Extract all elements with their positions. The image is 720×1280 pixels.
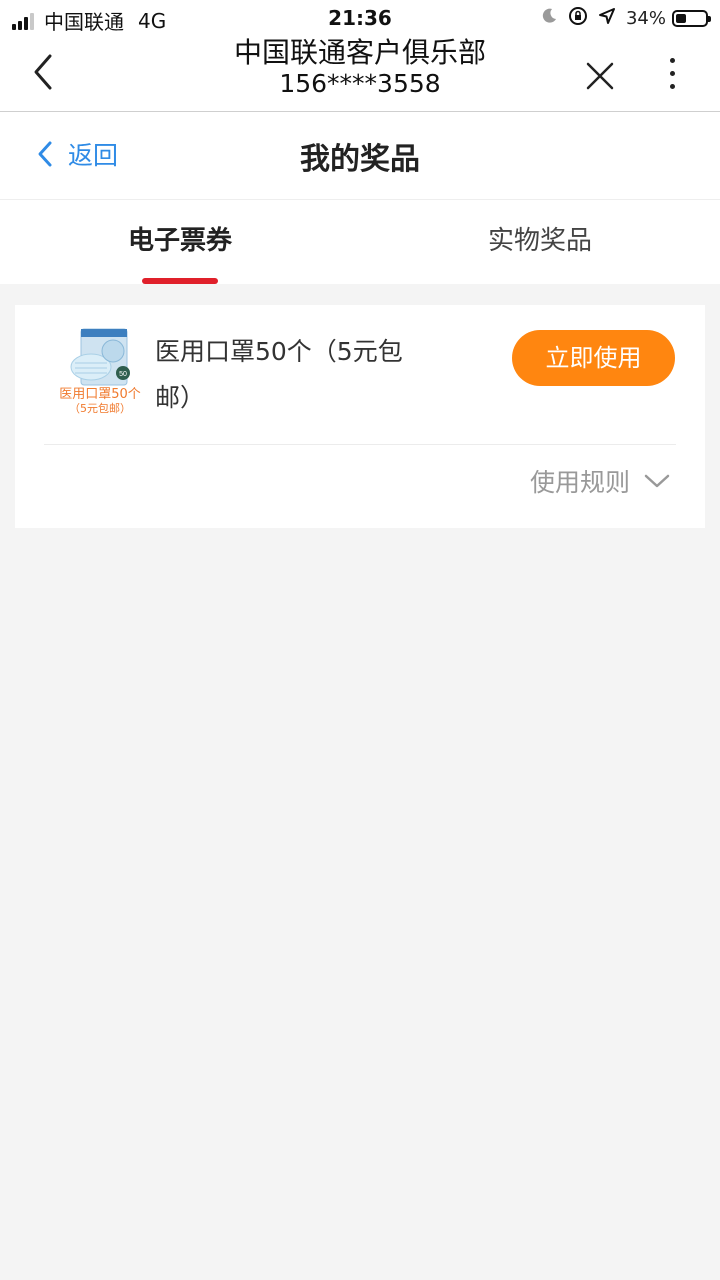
prize-name: 医用口罩50个（5元包邮） — [155, 337, 403, 412]
usage-rules-label: 使用规则 — [530, 468, 631, 497]
card-divider — [44, 444, 676, 445]
mask-pack-icon: 50 — [70, 328, 130, 386]
prize-card: 50 医用口罩50个 （5元包邮） 医用口罩50个（5元包邮） 立即使用 使用规… — [15, 305, 705, 528]
rotation-lock-icon — [568, 6, 588, 31]
moon-icon — [540, 7, 558, 30]
nav-title: 中国联通客户俱乐部 — [233, 36, 486, 69]
chevron-down-icon — [644, 474, 670, 488]
thumbnail-caption: 医用口罩50个 — [59, 387, 141, 402]
back-chevron-icon[interactable] — [30, 52, 60, 92]
use-now-button[interactable]: 立即使用 — [512, 330, 675, 386]
usage-rules-toggle[interactable]: 使用规则 — [530, 463, 670, 499]
tab-physical-prizes[interactable]: 实物奖品 — [360, 200, 720, 284]
active-tab-indicator — [142, 278, 218, 284]
nav-bar: 中国联通客户俱乐部 156****3558 — [0, 36, 720, 112]
tab-bar: 电子票券 实物奖品 — [0, 200, 720, 284]
tab-e-vouchers[interactable]: 电子票券 — [0, 200, 360, 284]
close-icon[interactable] — [584, 60, 616, 92]
location-icon — [598, 7, 616, 30]
battery-fill — [676, 14, 686, 23]
thumbnail-badge: 50 — [119, 371, 127, 378]
status-right: 34% — [530, 6, 711, 31]
battery-icon — [672, 10, 711, 27]
status-bar: 中国联通 4G 21:36 34% — [0, 0, 720, 36]
prize-thumbnail: 50 医用口罩50个 （5元包邮） — [55, 323, 145, 423]
battery-percent: 34% — [625, 8, 666, 29]
thumbnail-subcaption: （5元包邮） — [69, 402, 131, 415]
more-icon[interactable] — [664, 58, 680, 94]
nav-subtitle: 156****3558 — [279, 69, 441, 98]
page-title: 我的奖品 — [300, 142, 420, 177]
page-header: 返回 我的奖品 — [0, 112, 720, 200]
